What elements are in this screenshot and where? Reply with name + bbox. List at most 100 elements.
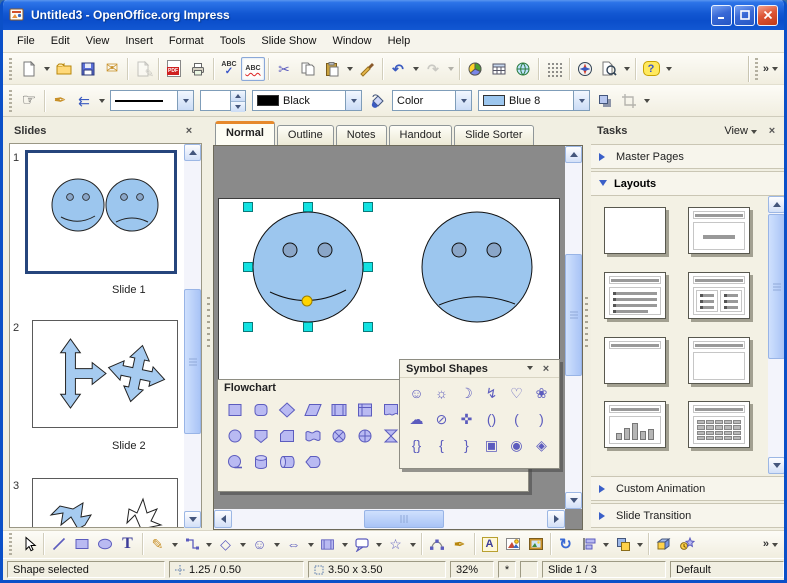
- layout-thumb-title-table[interactable]: [688, 401, 750, 448]
- interaction-button[interactable]: [675, 533, 698, 556]
- slides-panel-close-icon[interactable]: ×: [182, 124, 196, 138]
- palette-menu-dropdown[interactable]: [527, 366, 533, 373]
- minimize-button[interactable]: [711, 5, 732, 26]
- scrollbar-thumb[interactable]: [768, 214, 785, 359]
- new-document-button[interactable]: [17, 57, 41, 81]
- flowchart-shape-punched-tape[interactable]: [300, 423, 325, 449]
- slides-scrollbar[interactable]: [184, 144, 201, 528]
- chart-button[interactable]: [463, 57, 487, 81]
- scroll-up-button[interactable]: [565, 146, 582, 163]
- scrollbar-thumb[interactable]: [364, 510, 444, 528]
- scrollbar-thumb[interactable]: [184, 289, 201, 434]
- format-paintbrush-button[interactable]: [355, 57, 379, 81]
- status-size[interactable]: 3.50 x 3.50: [308, 561, 446, 578]
- help-button[interactable]: ?: [639, 57, 663, 81]
- edit-points-mode-button[interactable]: ☞: [17, 89, 41, 113]
- symbol-square-bevel-icon[interactable]: ▣: [479, 432, 504, 458]
- layout-thumb-title-content[interactable]: [688, 207, 750, 254]
- paste-button[interactable]: [320, 57, 344, 81]
- scroll-down-button[interactable]: [565, 492, 582, 509]
- flowchart-shape-direct-access-storage[interactable]: [274, 449, 299, 475]
- tasks-view-menu[interactable]: View: [724, 125, 748, 137]
- stars-button[interactable]: ☆: [384, 533, 407, 556]
- menu-format[interactable]: Format: [161, 32, 212, 50]
- section-layouts[interactable]: Layouts: [591, 171, 785, 196]
- symbol-shapes-dropdown[interactable]: [271, 532, 282, 556]
- symbol-heart-icon[interactable]: ♡: [504, 380, 529, 406]
- navigator-button[interactable]: [573, 57, 597, 81]
- rectangle-tool-button[interactable]: [70, 533, 93, 556]
- undo-dropdown[interactable]: [410, 57, 421, 81]
- section-slide-transition[interactable]: Slide Transition: [591, 503, 785, 528]
- symbol-right-brace-icon[interactable]: }: [454, 432, 479, 458]
- toolbar-grip[interactable]: [9, 90, 12, 112]
- shadow-button[interactable]: [593, 89, 617, 113]
- slide-thumbnail-1[interactable]: [25, 150, 177, 274]
- arrange-button[interactable]: [611, 533, 634, 556]
- symbol-left-brace-icon[interactable]: {: [429, 432, 454, 458]
- menu-tools[interactable]: Tools: [212, 32, 254, 50]
- symbol-puzzle-icon[interactable]: ✜: [454, 406, 479, 432]
- undo-button[interactable]: ↶: [386, 57, 410, 81]
- scroll-left-button[interactable]: [214, 510, 232, 528]
- autospellcheck-button[interactable]: ABC: [241, 57, 265, 81]
- area-dialog-button[interactable]: [365, 89, 389, 113]
- symbol-flower-icon[interactable]: ❀: [529, 380, 554, 406]
- menu-file[interactable]: File: [9, 32, 43, 50]
- flowchart-shape-summing-junction[interactable]: [326, 423, 351, 449]
- crop-button[interactable]: [617, 89, 641, 113]
- edit-points-button[interactable]: [425, 533, 448, 556]
- menu-window[interactable]: Window: [324, 32, 379, 50]
- slide-thumbnail-2[interactable]: [32, 320, 178, 428]
- toolbar-grip[interactable]: [755, 58, 758, 80]
- alignment-dropdown[interactable]: [600, 532, 611, 556]
- section-master-pages[interactable]: Master Pages: [591, 144, 785, 169]
- line-width-spinner[interactable]: [200, 90, 246, 111]
- ellipse-tool-button[interactable]: [93, 533, 116, 556]
- symbol-shapes-button[interactable]: ☺: [248, 533, 271, 556]
- arrange-dropdown[interactable]: [634, 532, 645, 556]
- symbol-moon-icon[interactable]: ☽: [454, 380, 479, 406]
- rotate-button[interactable]: ↻: [554, 533, 577, 556]
- slides-splitter[interactable]: [205, 117, 212, 530]
- block-arrows-button[interactable]: ⇔: [282, 533, 305, 556]
- flowchart-shape-card[interactable]: [274, 423, 299, 449]
- line-dialog-button[interactable]: ✒: [48, 89, 72, 113]
- from-file-button[interactable]: [501, 533, 524, 556]
- symbol-left-bracket-icon[interactable]: (: [504, 406, 529, 432]
- menu-view[interactable]: View: [78, 32, 118, 50]
- tasks-view-dropdown[interactable]: [751, 130, 757, 137]
- paste-dropdown[interactable]: [344, 57, 355, 81]
- menu-help[interactable]: Help: [380, 32, 419, 50]
- curve-dropdown[interactable]: [169, 532, 180, 556]
- menu-edit[interactable]: Edit: [43, 32, 78, 50]
- callouts-dropdown[interactable]: [373, 532, 384, 556]
- export-pdf-button[interactable]: PDF: [162, 57, 186, 81]
- flowchart-shape-alternate-process[interactable]: [248, 397, 273, 423]
- glue-points-button[interactable]: ✒: [448, 533, 471, 556]
- scrollbar-thumb[interactable]: [565, 254, 582, 376]
- canvas-horizontal-scrollbar[interactable]: [214, 509, 565, 529]
- toolbar-overflow-dropdown[interactable]: [769, 57, 780, 81]
- symbol-right-bracket-icon[interactable]: ): [529, 406, 554, 432]
- connector-tool-button[interactable]: [180, 533, 203, 556]
- symbol-lightning-icon[interactable]: ↯: [479, 380, 504, 406]
- tab-normal[interactable]: Normal: [215, 121, 275, 145]
- flowchart-shape-internal-storage[interactable]: [352, 397, 377, 423]
- toolbar-options-dropdown[interactable]: [663, 57, 674, 81]
- flowchart-shape-decision[interactable]: [274, 397, 299, 423]
- spin-down[interactable]: [231, 102, 245, 112]
- layouts-scrollbar[interactable]: [768, 196, 785, 474]
- scroll-up-button[interactable]: [768, 196, 785, 213]
- arrow-style-dropdown[interactable]: [96, 89, 107, 113]
- menu-insert[interactable]: Insert: [117, 32, 161, 50]
- gallery-button[interactable]: [524, 533, 547, 556]
- zoom-dropdown[interactable]: [621, 57, 632, 81]
- scroll-down-button[interactable]: [184, 511, 201, 528]
- smiley-shape-selected[interactable]: [253, 212, 363, 322]
- flowchart-shape-magnetic-disk[interactable]: [248, 449, 273, 475]
- line-color-combo-arrow[interactable]: [345, 91, 361, 110]
- text-tool-button[interactable]: T: [116, 533, 139, 556]
- copy-button[interactable]: [296, 57, 320, 81]
- tab-slide-sorter[interactable]: Slide Sorter: [454, 125, 533, 145]
